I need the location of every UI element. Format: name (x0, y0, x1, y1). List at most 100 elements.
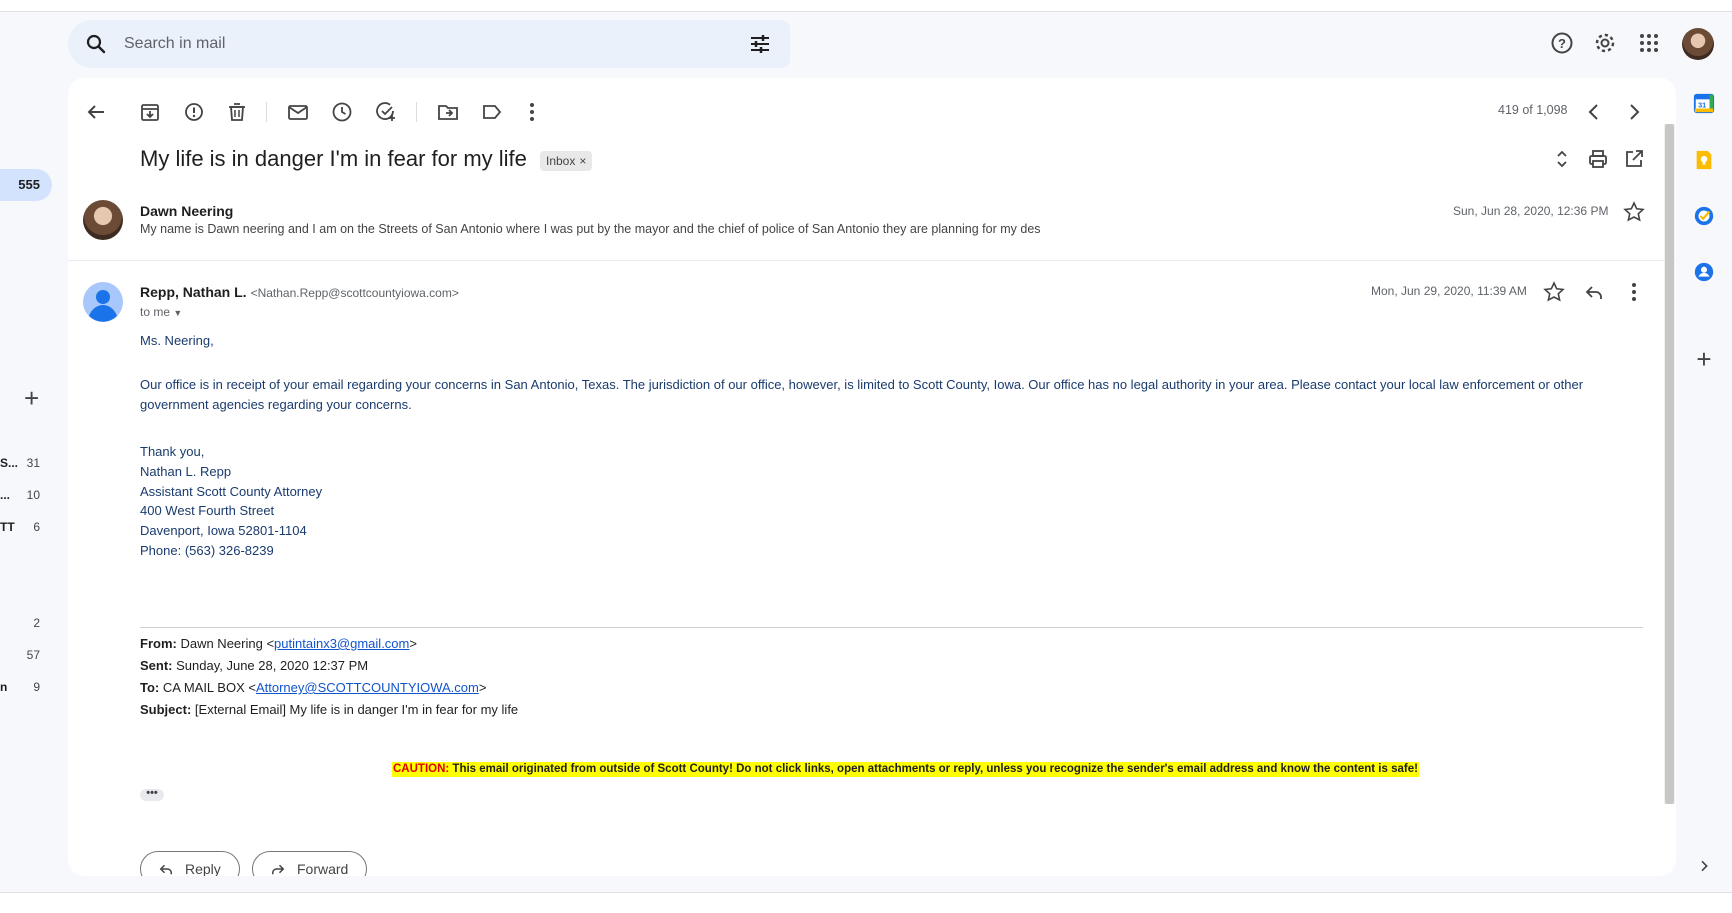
signature-line: 400 West Fourth Street (140, 503, 275, 519)
fw-subject-line: Subject: [External Email] My life is in … (140, 699, 518, 721)
fw-from-line: From: Dawn Neering <putintainx3@gmail.co… (140, 633, 518, 655)
delete-icon[interactable] (225, 100, 249, 124)
snooze-icon[interactable] (330, 100, 354, 124)
sidebar-label-text: ... (0, 488, 11, 502)
message-sender-header: Repp, Nathan L. <Nathan.Repp@scottcountyi… (140, 284, 459, 300)
recipient-text: to me (140, 305, 171, 319)
archive-icon[interactable] (138, 100, 162, 124)
add-label-icon[interactable]: + (24, 385, 39, 411)
browser-bottom-edge (0, 892, 1732, 913)
reply-icon[interactable] (1582, 280, 1606, 304)
search-icon[interactable] (84, 32, 108, 56)
fw-sent-line: Sent: Sunday, June 28, 2020 12:37 PM (140, 655, 518, 677)
default-avatar-icon (83, 282, 123, 322)
chip-label: Inbox (546, 154, 576, 168)
fw-from-email-link[interactable]: putintainx3@gmail.com (274, 636, 409, 651)
svg-text:31: 31 (1698, 101, 1706, 110)
scrollbar-thumb[interactable] (1665, 124, 1674, 804)
sidebar: 555 + S... 31 ... 10 TT 6 2 57 n 9 (0, 12, 66, 892)
star-icon[interactable] (1542, 280, 1566, 304)
sender-avatar (83, 200, 123, 240)
settings-icon[interactable] (1593, 31, 1617, 55)
search-input[interactable] (124, 30, 684, 58)
fw-from-end: > (409, 636, 417, 651)
fw-from-name: Dawn Neering < (176, 636, 275, 651)
message-date: Mon, Jun 29, 2020, 11:39 AM (1371, 284, 1527, 298)
caution-text: This email originated from outside of Sc… (449, 763, 1418, 775)
sidebar-label-count: 10 (26, 488, 40, 502)
label-icon[interactable] (480, 100, 504, 124)
message-sender-name[interactable]: Dawn Neering (140, 203, 233, 219)
forward-button[interactable]: Forward (252, 851, 368, 876)
email-view: 419 of 1,098 My life is in danger I'm in… (68, 78, 1676, 876)
fw-subject-label: Subject: (140, 702, 192, 717)
caution-label: CAUTION: (393, 763, 450, 775)
inbox-label-chip[interactable]: Inbox × (540, 151, 593, 171)
signature-line: Phone: (563) 326-8239 (140, 542, 274, 558)
body-paragraph: Our office is in receipt of your email r… (140, 377, 1584, 412)
add-to-tasks-icon[interactable] (374, 100, 398, 124)
tasks-icon[interactable] (1693, 205, 1715, 227)
account-avatar[interactable] (1682, 28, 1714, 60)
fw-from-label: From: (140, 636, 177, 651)
caret-down-icon[interactable]: ▼ (173, 308, 182, 318)
fw-to-name: CA MAIL BOX < (159, 680, 256, 695)
search-options-icon[interactable] (748, 32, 772, 56)
get-addons-icon[interactable]: + (1693, 346, 1715, 372)
sidebar-label-text: TT (0, 520, 15, 534)
reply-button-label: Reply (185, 861, 221, 876)
show-trimmed-content-button[interactable]: ••• (140, 788, 164, 801)
print-icon[interactable] (1586, 147, 1610, 171)
svg-text:?: ? (1558, 36, 1566, 51)
signature-block: Thank you, Nathan L. Repp Assistant Scot… (140, 442, 322, 561)
help-icon[interactable]: ? (1550, 31, 1574, 55)
reply-button[interactable]: Reply (140, 851, 240, 876)
more-vert-icon[interactable] (1622, 280, 1646, 304)
fw-subject-value: [External Email] My life is in danger I'… (191, 702, 519, 717)
sidebar-label-count: 2 (33, 616, 40, 630)
sidebar-label-text: n (0, 680, 8, 694)
sidebar-item-inbox-count[interactable]: 555 (0, 169, 52, 201)
fw-to-line: To: CA MAIL BOX <Attorney@SCOTTCOUNTYIOW… (140, 677, 518, 699)
expand-all-icon[interactable] (1550, 147, 1574, 171)
sidebar-label-count: 6 (33, 520, 40, 534)
move-to-icon[interactable] (436, 100, 460, 124)
body-greeting: Ms. Neering, (140, 333, 214, 348)
signature-line: Davenport, Iowa 52801-1104 (140, 523, 307, 539)
back-arrow-icon[interactable] (84, 100, 108, 124)
remove-label-icon[interactable]: × (579, 154, 586, 168)
more-vert-icon[interactable] (520, 100, 544, 124)
message-snippet[interactable]: My name is Dawn neering and I am on the … (140, 222, 1041, 236)
message-divider (68, 260, 1676, 261)
expand-side-panel-icon[interactable] (1696, 858, 1712, 874)
search-bar (68, 20, 790, 68)
report-spam-icon[interactable] (182, 100, 206, 124)
fw-to-email-link[interactable]: Attorney@SCOTTCOUNTYIOWA.com (256, 680, 479, 695)
keep-icon[interactable] (1693, 149, 1715, 171)
browser-top-edge (0, 0, 1732, 12)
forwarded-divider (140, 627, 1643, 628)
star-icon[interactable] (1622, 200, 1646, 224)
message-sender-name[interactable]: Repp, Nathan L. (140, 284, 247, 300)
signature-line: Nathan L. Repp (140, 463, 232, 479)
fw-to-end: > (478, 680, 487, 695)
email-subject: My life is in danger I'm in fear for my … (140, 146, 527, 171)
sidebar-label-count: 31 (26, 456, 40, 470)
toolbar-divider (266, 102, 267, 122)
older-chevron-icon[interactable] (1622, 100, 1646, 124)
apps-grid-icon[interactable] (1637, 31, 1661, 55)
open-new-window-icon[interactable] (1622, 147, 1646, 171)
newer-chevron-icon[interactable] (1582, 100, 1606, 124)
contacts-icon[interactable] (1693, 261, 1715, 283)
message-date: Sun, Jun 28, 2020, 12:36 PM (1453, 204, 1609, 218)
fw-to-label: To: (140, 680, 160, 695)
sidebar-label-count: 9 (33, 680, 40, 694)
mark-unread-icon[interactable] (286, 100, 310, 124)
calendar-icon[interactable]: 31 (1693, 92, 1715, 114)
sender-email: <Nathan.Repp@scottcountyiowa.com> (250, 286, 459, 300)
signature-line: Assistant Scott County Attorney (140, 483, 323, 499)
recipient-details[interactable]: to me ▼ (140, 305, 182, 319)
forward-icon (272, 864, 285, 875)
pagination-count: 419 of 1,098 (1498, 103, 1568, 117)
toolbar-divider (416, 102, 417, 122)
